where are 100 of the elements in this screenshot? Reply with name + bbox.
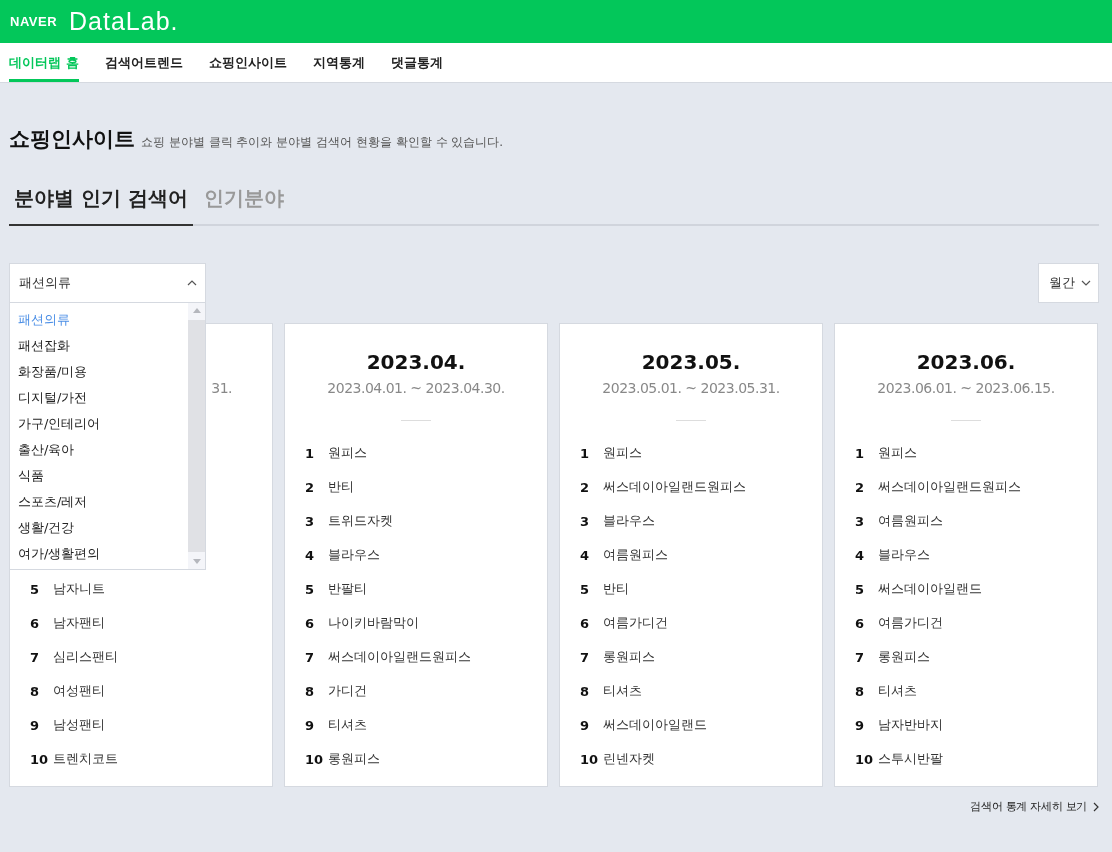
keyword-link[interactable]: 써스데이아일랜드 xyxy=(878,580,982,598)
page-title: 쇼핑인사이트 xyxy=(9,126,135,153)
keyword-link[interactable]: 블라우스 xyxy=(878,546,930,564)
keyword-link[interactable]: 반팔티 xyxy=(328,580,367,598)
category-option[interactable]: 식품 xyxy=(10,463,188,489)
rank-number: 8 xyxy=(30,683,41,699)
keyword-link[interactable]: 트렌치코트 xyxy=(53,750,118,768)
keyword-link[interactable]: 여름가디건 xyxy=(878,614,943,632)
rank-number: 5 xyxy=(305,581,316,597)
keyword-link[interactable]: 여름원피스 xyxy=(878,512,943,530)
rank-number: 8 xyxy=(855,683,866,699)
keyword-link[interactable]: 남자반바지 xyxy=(878,716,943,734)
keyword-link[interactable]: 써스데이아일랜드원피스 xyxy=(603,478,746,496)
keyword-link[interactable]: 여름가디건 xyxy=(603,614,668,632)
keyword-link[interactable]: 원피스 xyxy=(328,444,367,462)
keyword-link[interactable]: 티셔츠 xyxy=(603,682,642,700)
month-title: 2023.04. xyxy=(366,350,466,376)
nav-tab[interactable]: 지역통계 xyxy=(312,43,365,82)
rank-number: 5 xyxy=(855,581,866,597)
rank-number: 7 xyxy=(30,649,41,665)
keyword-link[interactable]: 롱원피스 xyxy=(603,648,655,666)
category-option[interactable]: 출산/육아 xyxy=(10,437,188,463)
rank-number: 3 xyxy=(580,513,591,529)
rank-number: 2 xyxy=(855,479,866,495)
keyword-link[interactable]: 스투시반팔 xyxy=(878,750,943,768)
rank-number: 4 xyxy=(580,547,591,563)
keyword-link[interactable]: 티셔츠 xyxy=(328,716,367,734)
caret-icon xyxy=(187,280,197,286)
keyword-link[interactable]: 남자팬티 xyxy=(53,614,105,632)
caret-icon xyxy=(1081,280,1091,286)
rank-number: 2 xyxy=(580,479,591,495)
more-stats-link[interactable]: 검색어 통계 자세히 보기 xyxy=(970,799,1099,814)
keyword-link[interactable]: 가디건 xyxy=(328,682,367,700)
rank-number: 10 xyxy=(855,751,875,767)
month-title: 2023.05. xyxy=(641,350,741,376)
keyword-link[interactable]: 원피스 xyxy=(878,444,917,462)
rank-number: 5 xyxy=(30,581,41,597)
keyword-link[interactable]: 롱원피스 xyxy=(328,750,380,768)
keyword-link[interactable]: 반티 xyxy=(328,478,354,496)
nav-tab[interactable]: 검색어트렌드 xyxy=(104,43,183,82)
keyword-link[interactable]: 써스데이아일랜드원피스 xyxy=(328,648,471,666)
category-option[interactable]: 생활/건강 xyxy=(10,515,188,541)
keyword-link[interactable]: 트위드자켓 xyxy=(328,512,393,530)
rank-number: 3 xyxy=(305,513,316,529)
date-range: 2023.05.01. ~ 2023.05.31. xyxy=(602,380,780,398)
keyword-link[interactable]: 써스데이아일랜드 xyxy=(603,716,707,734)
rank-number: 6 xyxy=(855,615,866,631)
nav-tab[interactable]: 댓글통계 xyxy=(390,43,443,82)
rank-number: 10 xyxy=(580,751,600,767)
keyword-link[interactable]: 롱원피스 xyxy=(878,648,930,666)
category-option[interactable]: 패션잡화 xyxy=(10,333,188,359)
keyword-link[interactable]: 원피스 xyxy=(603,444,642,462)
keyword-link[interactable]: 여름원피스 xyxy=(603,546,668,564)
category-option[interactable]: 스포츠/레저 xyxy=(10,489,188,515)
scrollbar[interactable] xyxy=(188,303,205,569)
keyword-link[interactable]: 린넨자켓 xyxy=(603,750,655,768)
category-option[interactable]: 가구/인테리어 xyxy=(10,411,188,437)
keyword-link[interactable]: 남성팬티 xyxy=(53,716,105,734)
keyword-link[interactable]: 블라우스 xyxy=(328,546,380,564)
scroll-up-icon[interactable] xyxy=(192,308,201,313)
keyword-link[interactable]: 여성팬티 xyxy=(53,682,105,700)
category-option[interactable]: 화장품/미용 xyxy=(10,359,188,385)
rank-number: 7 xyxy=(305,649,316,665)
rank-number: 7 xyxy=(855,649,866,665)
rank-number: 6 xyxy=(305,615,316,631)
rank-number: 1 xyxy=(580,445,591,461)
keyword-link[interactable]: 블라우스 xyxy=(603,512,655,530)
rank-number: 1 xyxy=(855,445,866,461)
rank-number: 7 xyxy=(580,649,591,665)
rank-number: 4 xyxy=(305,547,316,563)
date-range: 2023.06.01. ~ 2023.06.15. xyxy=(877,380,1055,398)
keyword-link[interactable]: 써스데이아일랜드원피스 xyxy=(878,478,1021,496)
category-option[interactable]: 디지털/가전 xyxy=(10,385,188,411)
rank-number: 10 xyxy=(30,751,50,767)
keyword-link[interactable]: 반티 xyxy=(603,580,629,598)
period-dropdown[interactable]: 월간 xyxy=(1038,263,1099,303)
category-dropdown[interactable]: 패션의류 xyxy=(9,263,206,303)
rank-number: 6 xyxy=(580,615,591,631)
date-range: 31. xyxy=(211,380,233,398)
keyword-link[interactable]: 남자니트 xyxy=(53,580,105,598)
keyword-link[interactable]: 심리스팬티 xyxy=(53,648,118,666)
nav-tab[interactable]: 쇼핑인사이트 xyxy=(208,43,287,82)
rank-number: 9 xyxy=(855,717,866,733)
keyword-link[interactable]: 나이키바람막이 xyxy=(328,614,419,632)
scroll-down-icon[interactable] xyxy=(192,559,201,564)
rank-number: 8 xyxy=(305,683,316,699)
section-tab[interactable]: 분야별 인기 검색어 xyxy=(9,179,193,226)
rank-number: 6 xyxy=(30,615,41,631)
rank-number: 9 xyxy=(30,717,41,733)
rank-number: 10 xyxy=(305,751,325,767)
month-title: 2023.06. xyxy=(916,350,1016,376)
rank-number: 9 xyxy=(305,717,316,733)
date-range: 2023.04.01. ~ 2023.04.30. xyxy=(327,380,505,398)
rank-number: 9 xyxy=(580,717,591,733)
keyword-link[interactable]: 티셔츠 xyxy=(878,682,917,700)
rank-number: 3 xyxy=(855,513,866,529)
category-option[interactable]: 여가/생활편의 xyxy=(10,541,188,567)
rank-number: 4 xyxy=(855,547,866,563)
rank-number: 1 xyxy=(305,445,316,461)
rank-number: 2 xyxy=(305,479,316,495)
